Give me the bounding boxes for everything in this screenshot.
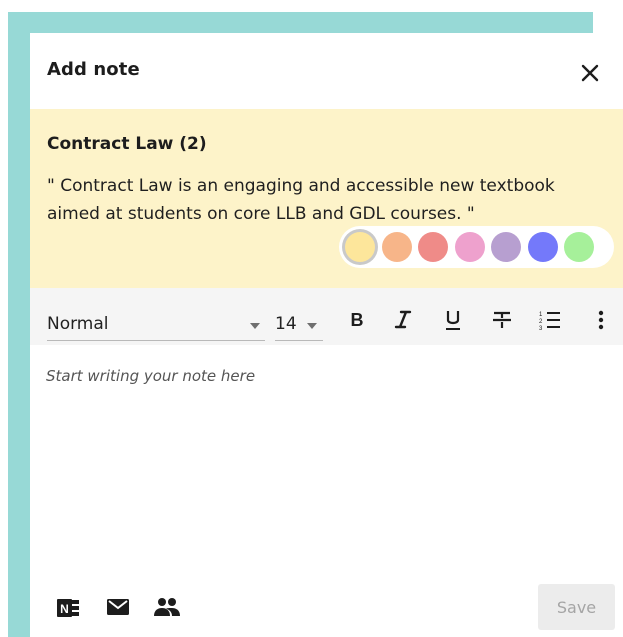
strikethrough-button[interactable] xyxy=(489,306,515,334)
underline-button[interactable] xyxy=(440,306,466,334)
highlight-quote: " Contract Law is an engaging and access… xyxy=(47,176,555,224)
color-swatch-pink[interactable] xyxy=(455,232,485,262)
more-options-button[interactable] xyxy=(588,306,614,334)
dialog-header: Add note xyxy=(30,33,623,109)
svg-text:N: N xyxy=(60,602,69,616)
color-swatch-yellow[interactable] xyxy=(345,232,375,262)
save-button[interactable]: Save xyxy=(538,584,615,630)
italic-icon xyxy=(394,310,412,329)
formatting-toolbar: Normal 14 B 1 2 3 xyxy=(30,288,623,345)
svg-text:1: 1 xyxy=(539,312,543,318)
highlight-title: Contract Law (2) xyxy=(47,134,207,154)
email-button[interactable] xyxy=(106,597,130,621)
chevron-down-icon xyxy=(307,323,317,329)
underline-icon xyxy=(446,311,460,330)
color-swatch-purple[interactable] xyxy=(491,232,521,262)
color-picker xyxy=(339,226,614,268)
editor-placeholder: Start writing your note here xyxy=(46,367,256,385)
highlight-card: Contract Law (2) " Contract Law is an en… xyxy=(30,109,623,288)
text-style-value: Normal xyxy=(47,314,109,334)
italic-button[interactable] xyxy=(390,306,416,334)
text-style-select[interactable]: Normal xyxy=(47,310,265,341)
numbered-list-icon: 1 2 3 xyxy=(539,312,560,331)
dialog-footer: N Save xyxy=(30,567,623,637)
bold-button[interactable]: B xyxy=(344,306,370,334)
svg-text:2: 2 xyxy=(539,319,543,325)
svg-text:B: B xyxy=(351,310,364,330)
share-people-button[interactable] xyxy=(153,597,181,621)
bold-icon: B xyxy=(351,310,364,330)
color-swatch-blue[interactable] xyxy=(528,232,558,262)
font-size-value: 14 xyxy=(275,314,297,334)
dialog-title: Add note xyxy=(47,59,140,80)
chevron-down-icon xyxy=(250,323,260,329)
numbered-list-button[interactable]: 1 2 3 xyxy=(537,306,563,334)
color-swatch-green[interactable] xyxy=(564,232,594,262)
svg-text:3: 3 xyxy=(539,326,543,331)
note-editor[interactable]: Start writing your note here xyxy=(30,345,623,567)
onenote-icon: N xyxy=(57,599,79,617)
onenote-button[interactable]: N xyxy=(57,597,81,623)
add-note-dialog: Add note Contract Law (2) " Contract Law… xyxy=(30,33,623,637)
color-swatch-orange[interactable] xyxy=(382,232,412,262)
email-icon xyxy=(107,599,129,615)
color-swatch-red[interactable] xyxy=(418,232,448,262)
font-size-select[interactable]: 14 xyxy=(275,310,323,341)
close-button[interactable] xyxy=(578,61,602,85)
share-people-icon xyxy=(154,598,180,616)
more-options-icon xyxy=(598,310,604,330)
close-icon xyxy=(581,64,599,82)
strikethrough-icon xyxy=(493,311,511,328)
